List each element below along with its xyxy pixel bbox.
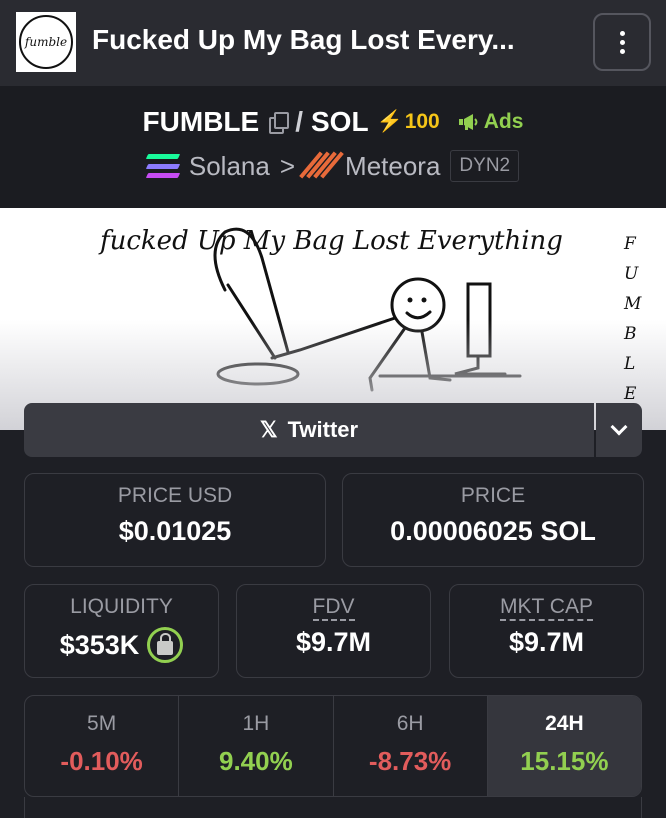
mktcap-value: $9.7M: [508, 627, 585, 657]
side-letter: F: [624, 234, 636, 254]
lock-icon[interactable]: [147, 627, 184, 663]
price-usd-value: $0.01025: [118, 516, 232, 546]
token-logo-text: fumble: [19, 15, 73, 69]
ads-label: Ads: [483, 110, 524, 133]
liquidity-value: $353K: [59, 629, 140, 660]
boost-count: 100: [404, 110, 440, 133]
liquidity-label: LIQUIDITY: [70, 595, 173, 618]
quote-token: SOL: [310, 106, 369, 137]
price-usd-label: PRICE USD: [117, 484, 233, 507]
token-banner-image: fucked Up My Bag Lost Everything F U M B…: [0, 208, 666, 430]
price-native-card: PRICE 0.00006025 SOL: [342, 473, 644, 567]
price-change-tabs: 5M -0.10% 1H 9.40% 6H -8.73% 24H 15.15%: [24, 695, 642, 797]
twitter-button[interactable]: 𝕏 Twitter: [24, 403, 594, 457]
tab-value: -8.73%: [368, 746, 452, 776]
socials-dropdown-button[interactable]: [596, 403, 642, 457]
dex-name[interactable]: Meteora: [345, 151, 440, 182]
vertical-dots-icon: [619, 30, 625, 54]
chevron-right-icon: >: [279, 150, 296, 181]
price-native-label: PRICE: [460, 484, 526, 507]
chain-name[interactable]: Solana: [189, 151, 270, 182]
tab-value: 15.15%: [520, 746, 609, 776]
chevron-down-icon: [610, 418, 628, 436]
next-section-edge: [24, 797, 642, 818]
chain-row: Solana > Meteora DYN2: [0, 150, 666, 182]
price-usd-card: PRICE USD $0.01025: [24, 473, 326, 567]
token-logo[interactable]: fumble: [16, 12, 76, 72]
pool-type-badge: DYN2: [450, 150, 520, 182]
pair-separator: /: [295, 106, 303, 137]
tab-label: 1H: [242, 712, 270, 735]
pair-header: [0, 86, 666, 208]
tab-24h[interactable]: 24H 15.15%: [487, 696, 641, 796]
tab-5m[interactable]: 5M -0.10%: [25, 696, 180, 796]
side-letter: B: [624, 324, 637, 344]
tab-label: 6H: [396, 712, 424, 735]
side-letter: L: [624, 354, 636, 374]
tab-value: 9.40%: [219, 746, 293, 776]
mktcap-label[interactable]: MKT CAP: [500, 595, 593, 621]
megaphone-icon: [458, 114, 478, 130]
tab-label: 5M: [87, 712, 117, 735]
page-title: Fucked Up My Bag Lost Every...: [92, 24, 515, 55]
liquidity-card: LIQUIDITY $353K: [24, 584, 219, 678]
ads-link[interactable]: Ads: [458, 110, 524, 134]
menu-button[interactable]: [593, 13, 651, 71]
boost-badge[interactable]: ⚡ 100: [377, 110, 440, 134]
side-letter: E: [624, 384, 637, 404]
fdv-value: $9.7M: [295, 627, 372, 657]
copy-icon[interactable]: [269, 112, 290, 134]
twitter-label: Twitter: [287, 417, 359, 442]
fdv-label[interactable]: FDV: [312, 595, 355, 621]
pair-row: FUMBLE / SOL ⚡ 100 Ads: [0, 106, 666, 138]
tab-value: -0.10%: [60, 746, 143, 776]
mktcap-card: MKT CAP $9.7M: [449, 584, 644, 678]
tab-label: 24H: [545, 712, 584, 735]
fdv-card: FDV $9.7M: [236, 584, 431, 678]
x-icon: 𝕏: [259, 417, 278, 442]
tab-6h[interactable]: 6H -8.73%: [334, 696, 488, 796]
top-bar: fumble Fucked Up My Bag Lost Every...: [0, 0, 666, 86]
side-letter: M: [624, 294, 642, 314]
price-native-value: 0.00006025 SOL: [390, 516, 596, 546]
base-token: FUMBLE: [142, 106, 260, 137]
tab-1h[interactable]: 1H 9.40%: [179, 696, 334, 796]
side-letter: U: [624, 264, 639, 284]
lightning-icon: ⚡: [376, 110, 403, 133]
solana-icon: [145, 154, 181, 178]
meteora-icon: [299, 151, 344, 181]
